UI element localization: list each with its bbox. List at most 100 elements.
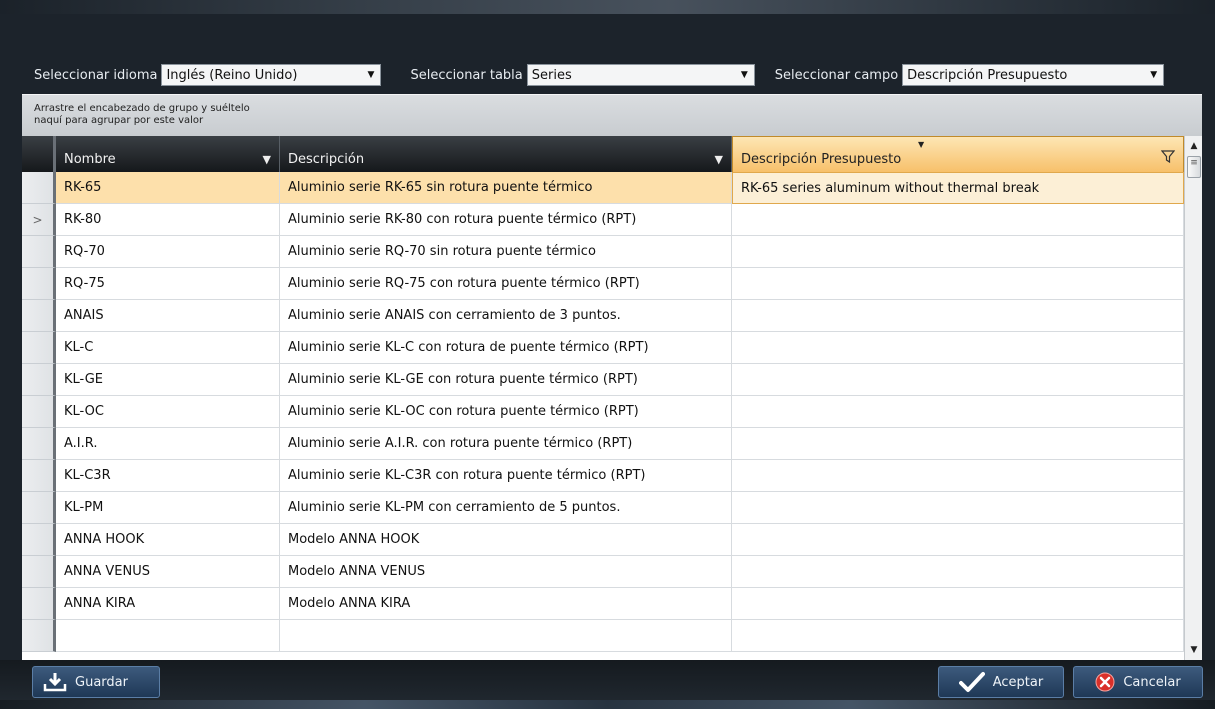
cell-descripcion[interactable]: Aluminio serie KL-PM con cerramiento de … xyxy=(280,492,732,524)
cell-descripcion[interactable]: Aluminio serie RQ-75 con rotura puente t… xyxy=(280,268,732,300)
save-button[interactable]: Guardar xyxy=(32,666,160,698)
row-indicator[interactable] xyxy=(22,460,56,492)
filter-icon[interactable]: ▼ xyxy=(715,153,723,166)
row-indicator[interactable] xyxy=(22,428,56,460)
filter-icon[interactable] xyxy=(1160,150,1176,166)
cell-nombre[interactable]: ANNA KIRA xyxy=(56,588,280,620)
table-row[interactable]: KL-C Aluminio serie KL-C con rotura de p… xyxy=(22,332,1184,364)
cell-descripcion-presupuesto-editor[interactable]: RK-65 series aluminum without thermal br… xyxy=(732,172,1184,204)
table-row[interactable]: RK-65 Aluminio serie RK-65 sin rotura pu… xyxy=(22,172,1184,204)
cell-descripcion-presupuesto[interactable] xyxy=(732,204,1184,236)
row-indicator[interactable] xyxy=(22,620,56,652)
filter-icon[interactable]: ▼ xyxy=(263,153,271,166)
cell-descripcion-presupuesto[interactable] xyxy=(732,460,1184,492)
cell-descripcion[interactable]: Aluminio serie RQ-70 sin rotura puente t… xyxy=(280,236,732,268)
download-icon xyxy=(43,672,67,692)
group-hint-line1: Arrastre el encabezado de grupo y suélte… xyxy=(34,103,250,114)
cell-nombre[interactable]: KL-GE xyxy=(56,364,280,396)
cell-descripcion-presupuesto[interactable] xyxy=(732,588,1184,620)
table-row[interactable]: RQ-75 Aluminio serie RQ-75 con rotura pu… xyxy=(22,268,1184,300)
cell-descripcion-presupuesto[interactable] xyxy=(732,524,1184,556)
row-indicator[interactable] xyxy=(22,588,56,620)
scroll-down-icon[interactable]: ▼ xyxy=(1185,642,1202,658)
cell-descripcion-presupuesto[interactable] xyxy=(732,268,1184,300)
accept-button[interactable]: Aceptar xyxy=(938,666,1064,698)
cell-nombre[interactable]: KL-OC xyxy=(56,396,280,428)
cell-descripcion[interactable]: Aluminio serie A.I.R. con rotura puente … xyxy=(280,428,732,460)
cell-nombre[interactable]: ANNA VENUS xyxy=(56,556,280,588)
cell-nombre[interactable]: KL-C3R xyxy=(56,460,280,492)
cell-nombre[interactable]: KL-PM xyxy=(56,492,280,524)
table-row[interactable]: RQ-70 Aluminio serie RQ-70 sin rotura pu… xyxy=(22,236,1184,268)
column-header-nombre[interactable]: Nombre ▼ xyxy=(56,136,280,172)
field-select-value: Descripción Presupuesto xyxy=(907,67,1068,83)
cell-descripcion[interactable]: Modelo ANNA VENUS xyxy=(280,556,732,588)
cell-nombre[interactable]: RQ-70 xyxy=(56,236,280,268)
cell-nombre[interactable] xyxy=(56,620,280,652)
cell-descripcion[interactable]: Aluminio serie RK-80 con rotura puente t… xyxy=(280,204,732,236)
close-circle-icon xyxy=(1095,672,1115,692)
language-select[interactable]: Inglés (Reino Unido) ▼ xyxy=(161,64,382,86)
row-indicator[interactable] xyxy=(22,332,56,364)
table-row[interactable]: ANAIS Aluminio serie ANAIS con cerramien… xyxy=(22,300,1184,332)
cell-descripcion-presupuesto[interactable] xyxy=(732,620,1184,652)
cell-descripcion-presupuesto[interactable] xyxy=(732,492,1184,524)
cell-nombre[interactable]: RQ-75 xyxy=(56,268,280,300)
cell-descripcion[interactable]: Aluminio serie KL-OC con rotura puente t… xyxy=(280,396,732,428)
row-indicator[interactable] xyxy=(22,268,56,300)
group-drop-panel[interactable]: Arrastre el encabezado de grupo y suélte… xyxy=(22,94,1202,136)
cell-descripcion[interactable]: Aluminio serie ANAIS con cerramiento de … xyxy=(280,300,732,332)
table-row[interactable]: > RK-80 Aluminio serie RK-80 con rotura … xyxy=(22,204,1184,236)
field-select[interactable]: Descripción Presupuesto ▼ xyxy=(902,64,1165,86)
table-row[interactable]: ANNA HOOK Modelo ANNA HOOK xyxy=(22,524,1184,556)
table-row[interactable]: KL-GE Aluminio serie KL-GE con rotura pu… xyxy=(22,364,1184,396)
cell-descripcion[interactable]: Aluminio serie KL-C con rotura de puente… xyxy=(280,332,732,364)
cell-nombre[interactable]: RK-65 xyxy=(56,172,280,204)
cell-nombre[interactable]: KL-C xyxy=(56,332,280,364)
row-indicator[interactable] xyxy=(22,556,56,588)
table-row[interactable]: ANNA KIRA Modelo ANNA KIRA xyxy=(22,588,1184,620)
cell-nombre[interactable]: RK-80 xyxy=(56,204,280,236)
cell-descripcion[interactable] xyxy=(280,620,732,652)
cell-descripcion-presupuesto[interactable] xyxy=(732,300,1184,332)
row-indicator[interactable] xyxy=(22,236,56,268)
cell-descripcion[interactable]: Modelo ANNA HOOK xyxy=(280,524,732,556)
scroll-up-icon[interactable]: ▲ xyxy=(1185,138,1202,154)
column-header-descripcion-presupuesto[interactable]: ▼ Descripción Presupuesto xyxy=(732,136,1184,172)
row-indicator[interactable]: > xyxy=(22,204,56,236)
cell-descripcion[interactable]: Modelo ANNA KIRA xyxy=(280,588,732,620)
table-row[interactable]: ANNA VENUS Modelo ANNA VENUS xyxy=(22,556,1184,588)
cell-descripcion-presupuesto[interactable] xyxy=(732,396,1184,428)
cell-descripcion-presupuesto[interactable] xyxy=(732,364,1184,396)
table-row[interactable]: KL-PM Aluminio serie KL-PM con cerramien… xyxy=(22,492,1184,524)
row-indicator[interactable] xyxy=(22,396,56,428)
column-header-label: Descripción xyxy=(288,152,365,167)
table-label: Seleccionar tabla xyxy=(410,67,523,83)
row-indicator[interactable] xyxy=(22,364,56,396)
cell-nombre[interactable]: A.I.R. xyxy=(56,428,280,460)
cancel-button[interactable]: Cancelar xyxy=(1073,666,1203,698)
cell-descripcion[interactable]: Aluminio serie KL-C3R con rotura puente … xyxy=(280,460,732,492)
table-row[interactable] xyxy=(22,620,1184,652)
cell-descripcion-presupuesto[interactable] xyxy=(732,332,1184,364)
cell-descripcion[interactable]: Aluminio serie KL-GE con rotura puente t… xyxy=(280,364,732,396)
row-indicator[interactable] xyxy=(22,300,56,332)
row-indicator[interactable] xyxy=(22,492,56,524)
row-indicator[interactable] xyxy=(22,524,56,556)
row-indicator[interactable] xyxy=(22,172,56,204)
cell-nombre[interactable]: ANAIS xyxy=(56,300,280,332)
table-select[interactable]: Series ▼ xyxy=(526,64,755,86)
column-header-descripcion[interactable]: Descripción ▼ xyxy=(280,136,732,172)
cell-descripcion-presupuesto[interactable] xyxy=(732,236,1184,268)
cell-nombre[interactable]: ANNA HOOK xyxy=(56,524,280,556)
table-row[interactable]: KL-C3R Aluminio serie KL-C3R con rotura … xyxy=(22,460,1184,492)
window-top-glow xyxy=(0,0,1215,14)
table-row[interactable]: KL-OC Aluminio serie KL-OC con rotura pu… xyxy=(22,396,1184,428)
cell-descripcion-presupuesto[interactable] xyxy=(732,556,1184,588)
cell-descripcion-presupuesto[interactable] xyxy=(732,428,1184,460)
cell-descripcion[interactable]: Aluminio serie RK-65 sin rotura puente t… xyxy=(280,172,732,204)
vertical-scrollbar[interactable]: ▲ ≡ ▼ xyxy=(1184,136,1202,660)
table-row[interactable]: A.I.R. Aluminio serie A.I.R. con rotura … xyxy=(22,428,1184,460)
scroll-thumb[interactable]: ≡ xyxy=(1187,156,1201,178)
chevron-down-icon: ▼ xyxy=(367,70,375,80)
